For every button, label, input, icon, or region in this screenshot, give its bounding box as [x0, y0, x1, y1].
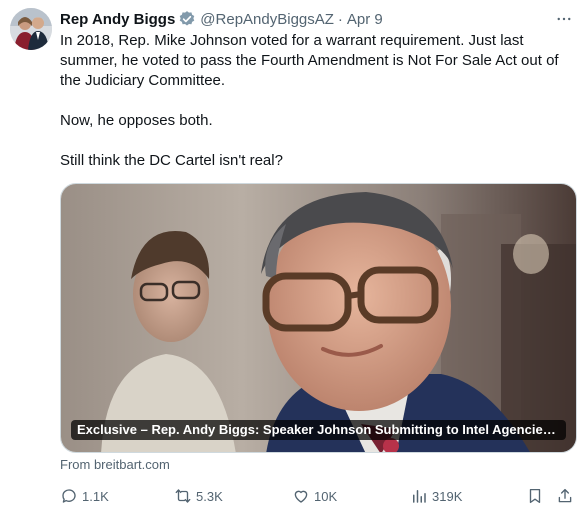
display-name[interactable]: Rep Andy Biggs — [60, 11, 175, 28]
avatar[interactable] — [10, 8, 52, 50]
views-button[interactable]: 319K — [410, 484, 462, 508]
tweet[interactable]: Rep Andy Biggs @RepAndyBiggsAZ · Apr 9 I… — [0, 0, 585, 512]
separator-dot: · — [337, 10, 343, 28]
repost-button[interactable]: 5.3K — [174, 484, 223, 508]
handle[interactable]: @RepAndyBiggsAZ — [200, 11, 334, 28]
like-count: 10K — [314, 488, 338, 504]
bookmark-button[interactable] — [526, 484, 548, 508]
reply-button[interactable]: 1.1K — [60, 484, 109, 508]
card-source[interactable]: From breitbart.com — [60, 457, 170, 472]
tweet-paragraph: Now, he opposes both. — [60, 112, 213, 129]
link-card[interactable]: Exclusive – Rep. Andy Biggs: Speaker Joh… — [60, 183, 577, 453]
repost-count: 5.3K — [196, 488, 223, 504]
like-button[interactable]: 10K — [292, 484, 337, 508]
reply-count: 1.1K — [82, 488, 109, 504]
verified-badge-icon[interactable] — [178, 10, 196, 28]
share-icon — [558, 488, 572, 503]
heart-icon — [294, 490, 308, 503]
share-button[interactable] — [556, 484, 578, 508]
more-dots-icon[interactable] — [553, 8, 575, 30]
reply-icon — [62, 489, 76, 503]
view-count: 319K — [432, 488, 463, 504]
repost-icon — [175, 489, 191, 503]
tweet-text: In 2018, Rep. Mike Johnson voted for a w… — [60, 31, 578, 171]
tweet-date[interactable]: Apr 9 — [347, 11, 383, 28]
bookmark-icon — [529, 488, 541, 504]
tweet-header: Rep Andy Biggs @RepAndyBiggsAZ · Apr 9 — [60, 8, 575, 30]
card-photo — [61, 184, 576, 452]
tweet-paragraph: In 2018, Rep. Mike Johnson voted for a w… — [60, 32, 559, 89]
action-bar: 1.1K 5.3K 10K 319K — [60, 484, 580, 508]
tweet-paragraph: Still think the DC Cartel isn't real? — [60, 152, 283, 169]
analytics-icon — [413, 490, 426, 503]
card-title: Exclusive – Rep. Andy Biggs: Speaker Joh… — [71, 420, 566, 440]
